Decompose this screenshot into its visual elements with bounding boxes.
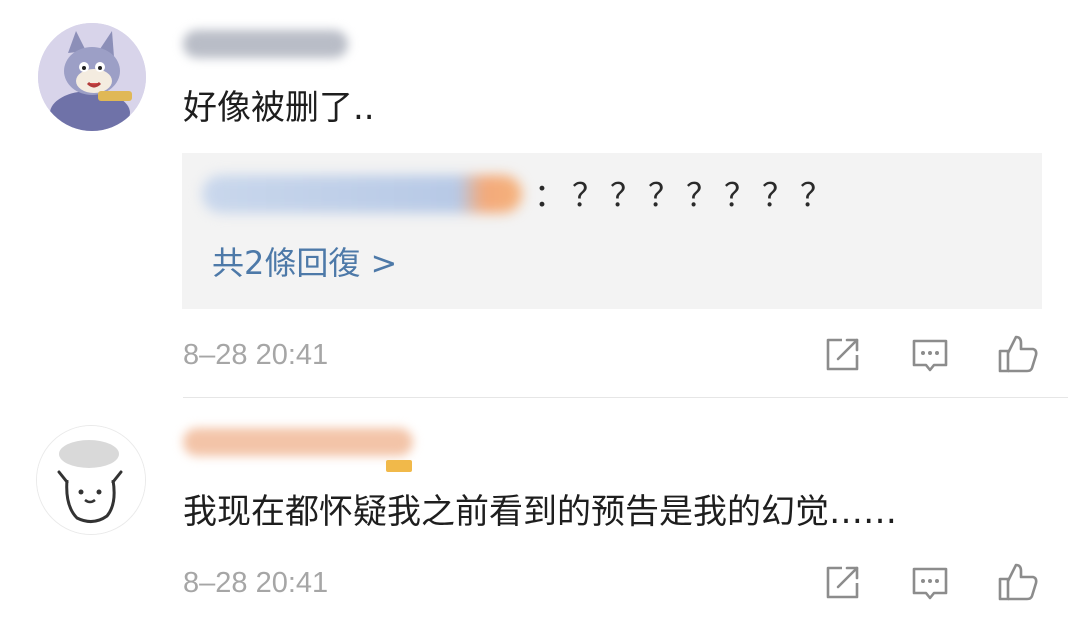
comment-text: 好像被删了.. bbox=[183, 88, 375, 128]
reply-username-blurred[interactable] bbox=[202, 175, 522, 213]
comment-text: 我现在都怀疑我之前看到的预告是我的幻觉…… bbox=[183, 492, 897, 532]
like-button[interactable] bbox=[996, 561, 1040, 605]
cartoon-cat-avatar-icon bbox=[38, 23, 146, 131]
share-icon bbox=[826, 566, 859, 599]
share-button[interactable] bbox=[820, 333, 864, 377]
doodle-avatar-icon bbox=[37, 426, 145, 534]
comment-item: 好像被删了.. ：？？？？？？？ 共2條回復 > 8–28 20:41 bbox=[0, 0, 1068, 398]
comment-button[interactable] bbox=[908, 561, 952, 605]
action-bar bbox=[820, 561, 1040, 605]
timestamp: 8–28 20:41 bbox=[183, 339, 329, 371]
like-button[interactable] bbox=[996, 333, 1040, 377]
action-bar bbox=[820, 333, 1040, 377]
share-button[interactable] bbox=[820, 561, 864, 605]
view-replies-link[interactable]: 共2條回復 > bbox=[212, 243, 397, 283]
comment-icon bbox=[912, 339, 948, 372]
share-icon bbox=[826, 338, 859, 371]
like-icon bbox=[998, 563, 1038, 601]
like-icon bbox=[998, 335, 1038, 373]
reply-preview-box[interactable]: ：？？？？？？？ 共2條回復 > bbox=[182, 153, 1042, 309]
timestamp: 8–28 20:41 bbox=[183, 567, 329, 599]
comment-icon bbox=[912, 567, 948, 600]
comment-button[interactable] bbox=[908, 333, 952, 377]
reply-text: ：？？？？？？？ bbox=[534, 176, 839, 214]
username-blurred[interactable] bbox=[183, 428, 413, 456]
avatar[interactable] bbox=[36, 425, 146, 535]
comment-item: 我现在都怀疑我之前看到的预告是我的幻觉…… 8–28 20:41 bbox=[0, 398, 1068, 628]
avatar[interactable] bbox=[38, 23, 146, 131]
member-badge-icon bbox=[386, 460, 412, 472]
username-blurred[interactable] bbox=[183, 30, 348, 58]
